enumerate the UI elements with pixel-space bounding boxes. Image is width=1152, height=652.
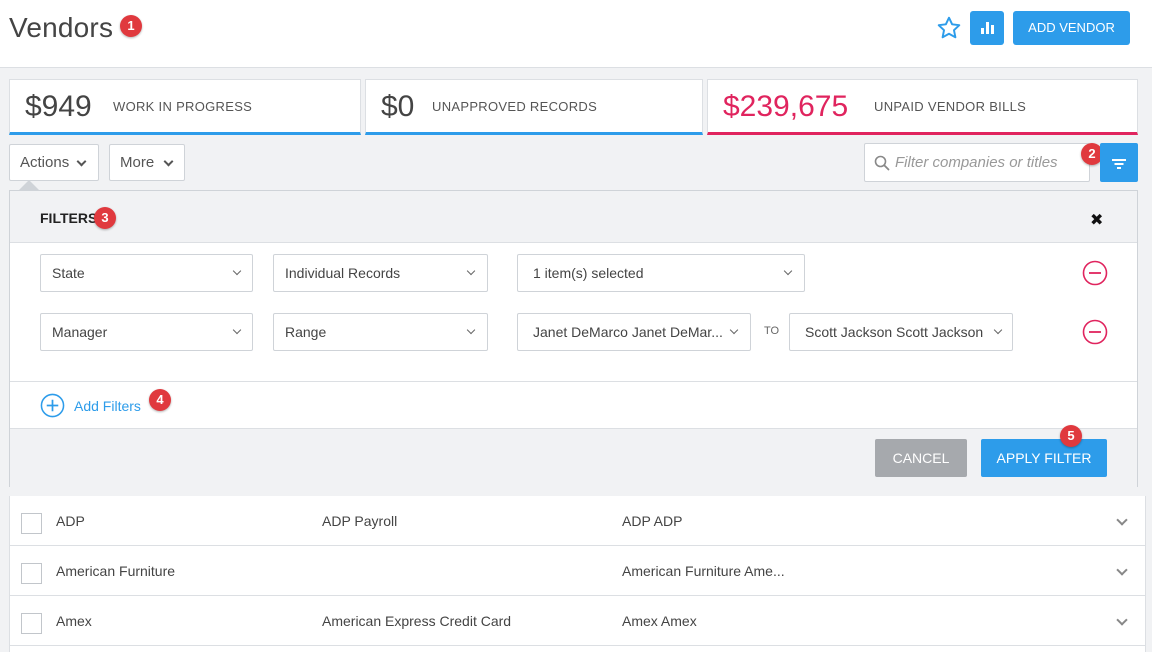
stat-card-unpaid-vendor-bills[interactable]: $239,675 UNPAID VENDOR BILLS <box>707 79 1138 135</box>
chevron-down-icon <box>232 266 242 276</box>
chevron-down-icon[interactable] <box>1116 614 1128 626</box>
vendor-name: Amex <box>56 613 92 629</box>
row-checkbox[interactable] <box>21 513 42 534</box>
filter-mode-value: Range <box>285 324 327 340</box>
stat-label: UNAPPROVED RECORDS <box>432 99 598 114</box>
vendor-name: ADP <box>56 513 85 529</box>
cancel-button[interactable]: CANCEL <box>875 439 967 477</box>
step-badge-5: 5 <box>1060 425 1082 447</box>
add-filters-row: Add Filters 4 <box>10 381 1137 428</box>
more-dropdown[interactable]: More <box>109 144 185 181</box>
filter-field-select[interactable]: Manager <box>40 313 253 351</box>
row-checkbox[interactable] <box>21 563 42 584</box>
filters-panel-footer: CANCEL APPLY FILTER 5 <box>10 425 1137 487</box>
actions-dropdown[interactable]: Actions <box>9 144 99 181</box>
filter-value-text: 1 item(s) selected <box>533 265 644 281</box>
filters-panel-header: FILTERS 3 ✖ <box>10 191 1137 243</box>
vendor-title: ADP Payroll <box>322 513 398 529</box>
add-vendor-button[interactable]: ADD VENDOR <box>1013 11 1130 45</box>
chevron-down-icon <box>993 325 1003 335</box>
stat-value: $239,675 <box>723 90 849 123</box>
stat-value: $949 <box>25 90 92 123</box>
filter-range-from-value: Janet DeMarco Janet DeMar... <box>533 324 723 340</box>
step-badge-3: 3 <box>94 207 116 229</box>
remove-filter-icon[interactable] <box>1082 260 1108 286</box>
vendor-contact: Amex Amex <box>622 613 697 629</box>
chevron-down-icon <box>232 325 242 335</box>
stat-label: WORK IN PROGRESS <box>113 99 253 114</box>
stat-card-work-in-progress[interactable]: $949 WORK IN PROGRESS <box>9 79 361 135</box>
chevron-down-icon[interactable] <box>1116 514 1128 526</box>
chevron-down-icon <box>729 325 739 335</box>
chevron-down-icon <box>163 156 174 167</box>
chevron-down-icon <box>783 266 793 276</box>
filter-field-value: Manager <box>52 324 108 340</box>
chevron-down-icon[interactable] <box>1116 564 1128 576</box>
close-icon[interactable]: ✖ <box>1090 210 1103 230</box>
stat-label: UNPAID VENDOR BILLS <box>874 99 1027 114</box>
step-badge-1: 1 <box>120 15 142 37</box>
page-title: Vendors <box>9 12 114 43</box>
filter-field-value: State <box>52 265 85 281</box>
table-row[interactable]: Amex American Express Credit Card Amex A… <box>10 596 1145 646</box>
apply-filter-button[interactable]: APPLY FILTER <box>981 439 1107 477</box>
chart-button[interactable] <box>970 11 1004 45</box>
filter-mode-value: Individual Records <box>285 265 401 281</box>
chevron-down-icon <box>466 325 476 335</box>
range-to-label: TO <box>764 325 780 337</box>
stat-card-unapproved-records[interactable]: $0 UNAPPROVED RECORDS <box>365 79 703 135</box>
more-label: More <box>120 154 155 171</box>
star-icon[interactable] <box>936 15 962 41</box>
filters-panel: FILTERS 3 ✖ State Individual Records 1 i… <box>9 190 1138 487</box>
panel-caret <box>19 180 39 190</box>
table-row[interactable]: ADP ADP Payroll ADP ADP <box>10 496 1145 546</box>
vendor-contact: ADP ADP <box>622 513 683 529</box>
add-filters-link[interactable]: Add Filters <box>74 398 141 414</box>
filter-value-select[interactable]: 1 item(s) selected <box>517 254 805 292</box>
vendor-table: ADP ADP Payroll ADP ADP American Furnitu… <box>9 496 1146 652</box>
vendor-name: American Furniture <box>56 563 176 579</box>
actions-label: Actions <box>20 154 70 171</box>
remove-filter-icon[interactable] <box>1082 319 1108 345</box>
filter-mode-select[interactable]: Range <box>273 313 488 351</box>
vendor-title: American Express Credit Card <box>322 613 512 629</box>
row-checkbox[interactable] <box>21 613 42 634</box>
search-box <box>864 143 1090 182</box>
stat-value: $0 <box>381 90 415 123</box>
search-icon <box>874 155 890 171</box>
table-row[interactable]: American Furniture American Furniture Am… <box>10 546 1145 596</box>
filter-field-select[interactable]: State <box>40 254 253 292</box>
filter-range-to-select[interactable]: Scott Jackson Scott Jackson <box>789 313 1013 351</box>
filter-toggle-button[interactable] <box>1100 143 1138 182</box>
step-badge-4: 4 <box>149 389 171 411</box>
filter-range-to-value: Scott Jackson Scott Jackson <box>805 324 984 340</box>
page-header: Vendors 1 ADD VENDOR <box>0 0 1152 68</box>
filters-title: FILTERS <box>40 210 98 226</box>
vendor-contact: American Furniture Ame... <box>622 563 785 579</box>
chevron-down-icon <box>466 266 476 276</box>
search-input[interactable] <box>895 144 1085 181</box>
filter-mode-select[interactable]: Individual Records <box>273 254 488 292</box>
add-circle-icon[interactable] <box>40 393 65 418</box>
chevron-down-icon <box>76 156 87 167</box>
filter-range-from-select[interactable]: Janet DeMarco Janet DeMar... <box>517 313 751 351</box>
